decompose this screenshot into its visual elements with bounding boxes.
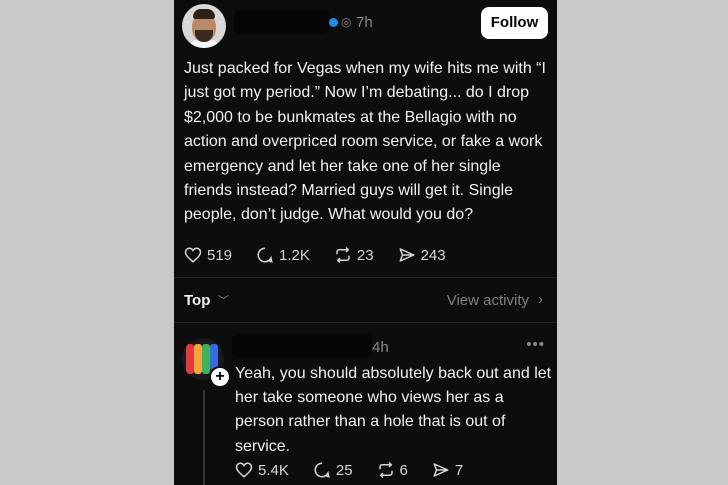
like-count: 5.4K bbox=[258, 461, 289, 479]
comment-icon bbox=[314, 462, 330, 478]
redacted-username bbox=[234, 10, 329, 34]
post-author-avatar[interactable] bbox=[182, 4, 226, 48]
share-button[interactable]: 243 bbox=[398, 246, 446, 264]
comment-count: 1.2K bbox=[279, 246, 310, 264]
reply-actions: 5.4K 25 6 7 bbox=[235, 461, 487, 479]
post-actions: 519 1.2K 23 243 bbox=[184, 246, 470, 264]
comment-icon bbox=[257, 247, 273, 263]
post-time: 7h bbox=[356, 14, 373, 31]
post-body: Just packed for Vegas when my wife hits … bbox=[184, 60, 546, 224]
repost-button[interactable]: 6 bbox=[377, 461, 408, 479]
verified-badge bbox=[329, 18, 338, 27]
plus-icon[interactable]: + bbox=[209, 366, 231, 388]
repost-count: 6 bbox=[399, 461, 408, 479]
reply-body: Yeah, you should absolutely back out and… bbox=[235, 365, 552, 455]
heart-icon bbox=[235, 462, 253, 478]
more-icon[interactable]: ••• bbox=[526, 336, 545, 353]
redacted-username bbox=[232, 334, 372, 358]
share-count: 7 bbox=[454, 461, 464, 479]
like-button[interactable]: 5.4K bbox=[235, 461, 289, 479]
like-count: 519 bbox=[207, 246, 233, 264]
repost-icon bbox=[378, 461, 393, 479]
chevron-right-icon: › bbox=[538, 291, 543, 308]
share-icon bbox=[433, 463, 449, 477]
view-activity-link[interactable]: View activity bbox=[447, 292, 529, 309]
comment-button[interactable]: 1.2K bbox=[256, 246, 310, 264]
share-icon bbox=[399, 248, 415, 262]
chevron-down-icon: ﹀ bbox=[218, 295, 229, 307]
repost-icon bbox=[336, 246, 350, 264]
share-button[interactable]: 7 bbox=[432, 461, 463, 479]
repost-count: 23 bbox=[356, 246, 374, 264]
share-count: 243 bbox=[420, 246, 446, 264]
follow-button[interactable]: Follow bbox=[481, 7, 548, 39]
thread-line bbox=[203, 390, 205, 485]
comment-button[interactable]: 25 bbox=[313, 461, 353, 479]
divider bbox=[174, 322, 557, 323]
divider bbox=[174, 277, 557, 278]
threads-screen: ◎ 7h Follow Just packed for Vegas when m… bbox=[174, 0, 557, 485]
like-button[interactable]: 519 bbox=[184, 246, 232, 264]
sort-selector[interactable]: Top bbox=[184, 292, 210, 309]
reply-time: 4h bbox=[372, 339, 389, 356]
repost-button[interactable]: 23 bbox=[334, 246, 374, 264]
comment-count: 25 bbox=[335, 461, 353, 479]
heart-icon bbox=[184, 247, 202, 263]
ai-label-icon: ◎ bbox=[341, 15, 352, 29]
